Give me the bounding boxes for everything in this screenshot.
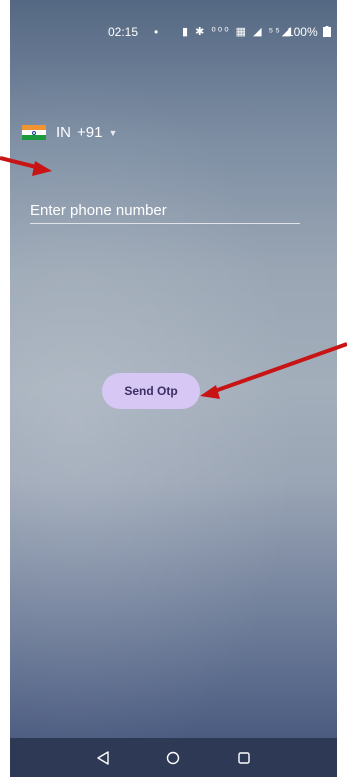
recents-square-icon[interactable] [233, 747, 255, 769]
phone-number-input[interactable] [30, 202, 300, 219]
country-abbreviation: IN [56, 124, 71, 141]
battery-icon [323, 26, 331, 37]
send-otp-button[interactable]: Send Otp [102, 373, 200, 409]
battery-level: 100% [287, 25, 331, 39]
phone-screen: 02:15 • ▮ ✱ ⁰⁰⁰ ▦ ◢ ⁵⁵◢ 100% IN +91 ▼ Se… [10, 0, 337, 777]
status-bar: 02:15 • ▮ ✱ ⁰⁰⁰ ▦ ◢ ⁵⁵◢ 100% [10, 0, 337, 62]
status-icons: ▮ ✱ ⁰⁰⁰ ▦ ◢ ⁵⁵◢ [182, 26, 293, 38]
navigation-bar [10, 738, 337, 777]
notification-dot-icon: • [154, 25, 159, 39]
home-circle-icon[interactable] [162, 747, 184, 769]
back-triangle-icon[interactable] [92, 747, 114, 769]
india-flag-icon [22, 124, 46, 141]
dropdown-arrow-icon: ▼ [108, 127, 118, 138]
country-code-picker[interactable]: IN +91 ▼ [22, 124, 117, 141]
battery-percent: 100% [286, 25, 318, 39]
status-time: 02:15 [108, 25, 139, 39]
phone-input-container [30, 202, 300, 224]
dial-code: +91 [77, 124, 103, 141]
